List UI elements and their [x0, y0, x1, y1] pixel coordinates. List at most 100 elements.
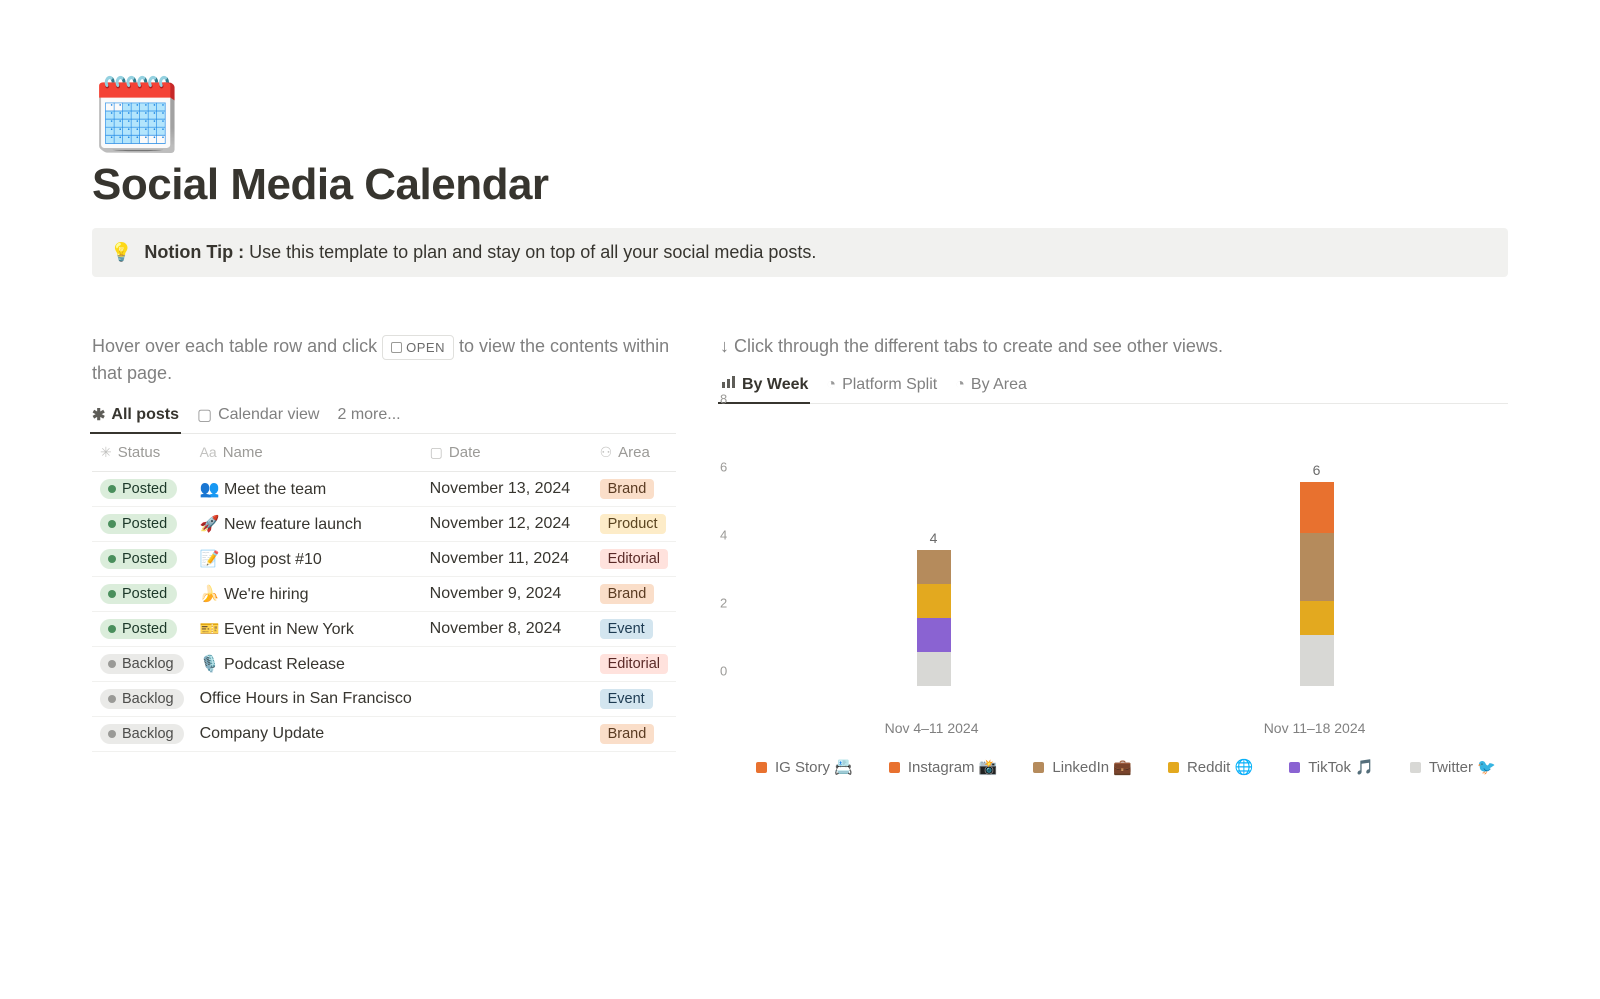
area-tag: Editorial: [600, 549, 668, 569]
open-pill[interactable]: OPEN: [382, 335, 454, 361]
area-tag: Event: [600, 689, 653, 709]
right-tabs: By Week ◔ Platform Split ◔ By Area: [720, 374, 1508, 404]
open-square-icon: [391, 342, 402, 353]
table-row[interactable]: Posted👥 Meet the teamNovember 13, 2024Br…: [92, 472, 676, 507]
bar-segment: [917, 584, 951, 618]
table-row[interactable]: BacklogOffice Hours in San FranciscoEven…: [92, 682, 676, 717]
status-badge: Backlog: [100, 724, 184, 744]
legend-item[interactable]: Reddit 🌐: [1168, 758, 1253, 776]
right-hint: ↓ Click through the different tabs to cr…: [720, 333, 1508, 360]
y-tick: 6: [720, 460, 727, 475]
tab-all-posts[interactable]: ✱ All posts: [92, 405, 179, 425]
pie-icon: ◔: [955, 376, 965, 394]
status-icon: ✳︎: [100, 444, 112, 460]
callout-bold: Notion Tip :: [144, 242, 244, 262]
area-tag: Brand: [600, 479, 655, 499]
legend-swatch: [1033, 762, 1044, 773]
status-badge: Posted: [100, 549, 177, 569]
legend-item[interactable]: IG Story 📇: [756, 758, 853, 776]
row-name[interactable]: 👥 Meet the team: [192, 472, 422, 507]
y-tick: 4: [720, 528, 727, 543]
row-name[interactable]: Office Hours in San Francisco: [192, 682, 422, 717]
posts-table: ✳︎Status AaName ▢Date ⚇Area Posted 👥 Meet…: [92, 434, 676, 752]
status-badge: Posted: [100, 514, 177, 534]
table-row[interactable]: Posted 🍌 We're hiringNovember 9, 2024 Bran…: [92, 577, 676, 612]
row-name[interactable]: 🚀 New feature launch: [192, 507, 422, 542]
left-hint: Hover over each table row and click OPEN…: [92, 333, 676, 387]
row-name[interactable]: Company Update: [192, 717, 422, 752]
status-badge: Backlog: [100, 654, 184, 674]
col-name[interactable]: AaName: [192, 434, 422, 472]
page-title: Social Media Calendar: [92, 160, 1508, 210]
tab-platform-split[interactable]: ◔ Platform Split: [826, 376, 937, 394]
col-date[interactable]: ▢Date: [422, 434, 592, 472]
row-name[interactable]: 🎙️ Podcast Release: [192, 647, 422, 682]
row-name[interactable]: 🍌 We're hiring: [192, 577, 422, 612]
callout-text: Use this template to plan and stay on to…: [244, 242, 816, 262]
status-badge: Posted: [100, 619, 177, 639]
bar-total-label: 6: [1313, 462, 1321, 478]
row-name[interactable]: 📝 Blog post #10: [192, 542, 422, 577]
col-area[interactable]: ⚇Area: [592, 434, 676, 472]
area-tag: Event: [600, 619, 653, 639]
y-tick: 8: [720, 392, 727, 407]
bar-segment: [917, 618, 951, 652]
table-row[interactable]: Backlog Company Update Brand: [92, 717, 676, 752]
table-row[interactable]: Posted 🚀 New feature launchNovember 12, 2…: [92, 507, 676, 542]
tab-by-week[interactable]: By Week: [720, 374, 808, 395]
text-icon: Aa: [200, 444, 217, 460]
x-tick: Nov 4–11 2024: [885, 720, 979, 736]
bar-segment: [917, 550, 951, 584]
status-badge: Posted: [100, 584, 177, 604]
legend-item[interactable]: Twitter 🐦: [1410, 758, 1496, 776]
date-icon: ▢: [430, 444, 443, 460]
bar-segment: [1300, 635, 1334, 686]
legend-swatch: [889, 762, 900, 773]
row-name[interactable]: 🎫 Event in New York: [192, 612, 422, 647]
lightbulb-icon: 💡: [110, 242, 132, 263]
legend-item[interactable]: Instagram 📸: [889, 758, 998, 776]
row-date: November 12, 2024: [422, 507, 592, 542]
tabs-more[interactable]: 2 more...: [337, 406, 400, 424]
bar-column: 6: [1300, 482, 1334, 686]
weekly-chart: 46 02468: [720, 414, 1508, 714]
legend-swatch: [1289, 762, 1300, 773]
bar-segment: [1300, 482, 1334, 499]
y-tick: 0: [720, 664, 727, 679]
row-date: November 8, 2024: [422, 612, 592, 647]
y-tick: 2: [720, 596, 727, 611]
legend-swatch: [1168, 762, 1179, 773]
tab-by-area[interactable]: ◔ By Area: [955, 376, 1027, 394]
table-row[interactable]: Posted 📝 Blog post #10November 11, 2024 Ed…: [92, 542, 676, 577]
row-date: November 9, 2024: [422, 577, 592, 612]
table-row[interactable]: Posted 🎫 Event in New YorkNovember 8, 202…: [92, 612, 676, 647]
bar-segment: [917, 652, 951, 686]
legend-swatch: [1410, 762, 1421, 773]
col-status[interactable]: ✳︎Status: [92, 434, 192, 472]
table-row[interactable]: Backlog 🎙️ Podcast Release Editorial: [92, 647, 676, 682]
area-tag: Brand: [600, 584, 655, 604]
row-date: [422, 717, 592, 752]
row-date: [422, 647, 592, 682]
pie-icon: ◔: [826, 376, 836, 394]
area-tag: Editorial: [600, 654, 668, 674]
status-badge: Posted: [100, 479, 177, 499]
legend-swatch: [756, 762, 767, 773]
row-date: November 11, 2024: [422, 542, 592, 577]
sparkle-icon: ✱: [92, 405, 105, 425]
bar-total-label: 4: [930, 530, 938, 546]
bar-segment: [1300, 499, 1334, 533]
row-date: [422, 682, 592, 717]
area-tag: Brand: [600, 724, 655, 744]
bar-column: 4: [917, 550, 951, 686]
x-tick: Nov 11–18 2024: [1264, 720, 1366, 736]
legend-item[interactable]: LinkedIn 💼: [1033, 758, 1132, 776]
page-icon: 🗓️: [92, 80, 1508, 152]
bar-segment: [1300, 533, 1334, 601]
bar-segment: [1300, 601, 1334, 635]
calendar-icon: ▢: [197, 405, 212, 425]
people-icon: ⚇: [600, 444, 613, 460]
legend-item[interactable]: TikTok 🎵: [1289, 758, 1374, 776]
left-tabs: ✱ All posts ▢ Calendar view 2 more...: [92, 405, 676, 434]
tab-calendar-view[interactable]: ▢ Calendar view: [197, 405, 320, 425]
